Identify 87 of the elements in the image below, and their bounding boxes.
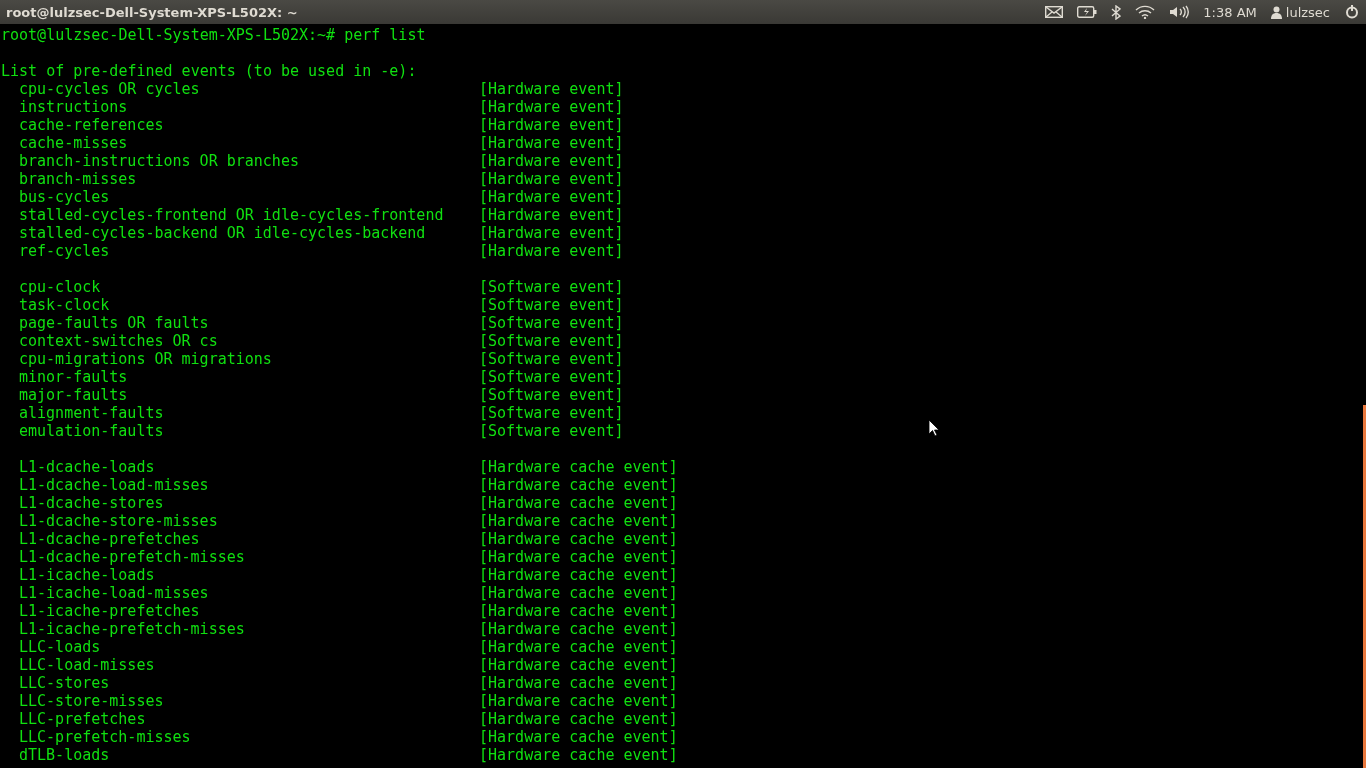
event-name: cache-misses [19,134,129,152]
event-name: L1-dcache-prefetch-misses [19,548,246,566]
event-type: [Hardware cache event] [479,746,678,764]
event-name: LLC-prefetch-misses [19,728,192,746]
event-type: [Hardware event] [479,134,624,152]
event-type: [Hardware cache event] [479,602,678,620]
event-type: [Hardware cache event] [479,566,678,584]
bluetooth-icon[interactable] [1111,4,1122,20]
event-type: [Software event] [479,386,624,404]
event-name: page-faults OR faults [19,314,210,332]
event-type: [Hardware event] [479,170,624,188]
event-name: stalled-cycles-backend OR idle-cycles-backend [19,224,427,242]
event-name: bus-cycles [19,188,111,206]
event-type: [Hardware cache event] [479,494,678,512]
event-type: [Hardware cache event] [479,476,678,494]
event-name: ref-cycles [19,242,111,260]
event-name: task-clock [19,296,111,314]
event-type: [Software event] [479,314,624,332]
wifi-icon[interactable] [1135,5,1156,19]
event-name: L1-icache-load-misses [19,584,210,602]
event-type: [Software event] [479,422,624,440]
mail-icon[interactable] [1045,6,1064,18]
event-type: [Software event] [479,404,624,422]
event-type: [Hardware cache event] [479,548,678,566]
event-name: cache-references [19,116,165,134]
event-name: cpu-migrations OR migrations [19,350,273,368]
event-type: [Hardware cache event] [479,656,678,674]
event-type: [Hardware cache event] [479,512,678,530]
event-name: major-faults [19,386,129,404]
event-type: [Hardware cache event] [479,584,678,602]
event-name: LLC-stores [19,674,111,692]
user-name: lulzsec [1285,4,1330,20]
event-name: stalled-cycles-frontend OR idle-cycles-frontend [19,206,445,224]
event-name: L1-icache-loads [19,566,156,584]
event-type: [Hardware cache event] [479,674,678,692]
power-icon[interactable] [1344,4,1360,20]
event-name: branch-misses [19,170,138,188]
event-name: minor-faults [19,368,129,386]
event-type: [Hardware cache event] [479,458,678,476]
event-name: cpu-cycles OR cycles [19,80,201,98]
event-type: [Software event] [479,296,624,314]
event-name: dTLB-loads [19,746,111,764]
event-name: instructions [19,98,129,116]
event-name: L1-dcache-loads [19,458,156,476]
event-type: [Hardware cache event] [479,620,678,638]
event-name: cpu-clock [19,278,102,296]
user-menu[interactable]: lulzsec [1270,4,1330,20]
event-name: LLC-load-misses [19,656,156,674]
event-name: L1-dcache-stores [19,494,165,512]
event-type: [Software event] [479,278,624,296]
event-name: LLC-prefetches [19,710,147,728]
event-name: L1-icache-prefetch-misses [19,620,246,638]
event-name: L1-dcache-load-misses [19,476,210,494]
event-type: [Hardware cache event] [479,728,678,746]
event-type: [Hardware event] [479,224,624,242]
event-type: [Hardware cache event] [479,710,678,728]
mouse-pointer-icon [928,419,940,437]
event-type: [Hardware event] [479,206,624,224]
event-name: alignment-faults [19,404,165,422]
event-type: [Hardware event] [479,152,624,170]
event-name: LLC-store-misses [19,692,165,710]
volume-icon[interactable] [1169,5,1190,19]
event-name: emulation-faults [19,422,165,440]
person-icon [1270,5,1282,19]
scrollbar[interactable] [1363,405,1366,768]
event-type: [Hardware cache event] [479,638,678,656]
battery-icon[interactable] [1077,6,1098,18]
command-prompt: root@lulzsec-Dell-System-XPS-L502X:~# perf list [1,26,427,44]
event-name: L1-dcache-store-misses [19,512,219,530]
event-type: [Hardware event] [479,188,624,206]
event-type: [Software event] [479,368,624,386]
event-type: [Software event] [479,350,624,368]
event-name: LLC-loads [19,638,102,656]
event-type: [Hardware event] [479,116,624,134]
event-type: [Software event] [479,332,624,350]
event-name: L1-dcache-prefetches [19,530,201,548]
event-name: branch-instructions OR branches [19,152,300,170]
event-type: [Hardware event] [479,80,624,98]
output-heading: List of pre-defined events (to be used in -e): [1,62,418,80]
clock[interactable]: 1:38 AM [1203,4,1257,20]
event-type: [Hardware cache event] [479,530,678,548]
event-type: [Hardware event] [479,242,624,260]
event-type: [Hardware cache event] [479,692,678,710]
event-name: L1-icache-prefetches [19,602,201,620]
event-name: context-switches OR cs [19,332,219,350]
event-type: [Hardware event] [479,98,624,116]
window-title: root@lulzsec-Dell-System-XPS-L502X: ~ [6,4,299,20]
